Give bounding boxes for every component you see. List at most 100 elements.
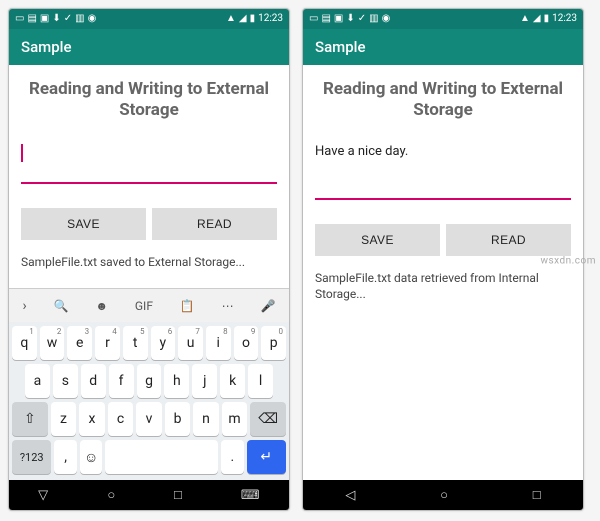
button-row: SAVE READ (315, 224, 571, 256)
app-bar: Sample (9, 29, 289, 65)
key-comma[interactable]: , (54, 440, 77, 474)
download-icon: ⬇ (346, 14, 354, 24)
battery-icon: ▮ (250, 14, 256, 24)
phone-left: ▭ ▤ ▣ ⬇ ✓ ▥ ◉ ▲ ◢ ▮ 12:23 Sample Reading… (8, 8, 290, 511)
mic-icon[interactable]: 🎤 (261, 299, 276, 313)
clipboard-icon[interactable]: 📋 (180, 299, 195, 313)
wifi-icon: ▲ (226, 14, 236, 24)
key-y[interactable]: y6 (151, 326, 176, 360)
nav-back[interactable]: ◁ (345, 488, 355, 503)
status-right-icons: ▲ ◢ ▮ 12:23 (520, 14, 577, 24)
more-icon[interactable]: ⋯ (222, 299, 234, 313)
key-j[interactable]: j (192, 364, 217, 398)
nav-home[interactable]: ○ (440, 487, 448, 503)
key-s[interactable]: s (53, 364, 78, 398)
dot-icon: ◉ (382, 14, 391, 24)
key-space[interactable] (105, 440, 218, 474)
content-area: Reading and Writing to External Storage … (303, 65, 583, 480)
soft-keyboard[interactable]: q1 w2 e3 r4 t5 y6 u7 i8 o9 p0 a s d f g … (9, 322, 289, 480)
button-row: SAVE READ (21, 208, 277, 240)
signal-icon: ◢ (239, 14, 247, 24)
key-i[interactable]: i8 (206, 326, 231, 360)
clock: 12:23 (258, 14, 283, 24)
check-icon: ✓ (64, 14, 72, 24)
cal-icon: ▥ (75, 14, 84, 24)
key-row-1: q1 w2 e3 r4 t5 y6 u7 i8 o9 p0 (12, 326, 286, 360)
cal-icon: ▥ (369, 14, 378, 24)
app-title: Sample (21, 38, 72, 56)
keyboard-suggestion-bar[interactable]: › 🔍 ☻ GIF 📋 ⋯ 🎤 (9, 288, 289, 322)
gif-button[interactable]: GIF (135, 299, 153, 313)
save-button[interactable]: SAVE (21, 208, 146, 240)
page-title: Reading and Writing to External Storage (21, 79, 277, 122)
key-shift[interactable]: ⇧ (12, 402, 48, 436)
key-h[interactable]: h (164, 364, 189, 398)
status-right-icons: ▲ ◢ ▮ 12:23 (226, 14, 283, 24)
key-symbols[interactable]: ?123 (12, 440, 51, 474)
status-text: SampleFile.txt saved to External Storage… (21, 254, 277, 271)
app-bar: Sample (303, 29, 583, 65)
status-text: SampleFile.txt data retrieved from Inter… (315, 270, 571, 304)
read-button[interactable]: READ (446, 224, 571, 256)
camera-icon: ▣ (40, 14, 49, 24)
wifi-icon: ▲ (520, 14, 530, 24)
key-m[interactable]: m (222, 402, 248, 436)
key-b[interactable]: b (165, 402, 191, 436)
key-a[interactable]: a (25, 364, 50, 398)
status-bar: ▭ ▤ ▣ ⬇ ✓ ▥ ◉ ▲ ◢ ▮ 12:23 (9, 9, 289, 29)
key-x[interactable]: x (79, 402, 105, 436)
key-w[interactable]: w2 (40, 326, 65, 360)
camera-icon: ▣ (334, 14, 343, 24)
download-icon: ⬇ (52, 14, 60, 24)
key-row-3: ⇧ z x c v b n m ⌫ (12, 402, 286, 436)
watermark: wsxdn.com (540, 255, 596, 266)
key-t[interactable]: t5 (123, 326, 148, 360)
sim-icon: ▭ (309, 14, 318, 24)
key-v[interactable]: v (136, 402, 162, 436)
key-o[interactable]: o9 (234, 326, 259, 360)
key-emoji[interactable]: ☺ (80, 440, 103, 474)
read-button[interactable]: READ (152, 208, 277, 240)
nav-recent[interactable]: □ (174, 487, 182, 503)
key-backspace[interactable]: ⌫ (250, 402, 286, 436)
save-button[interactable]: SAVE (315, 224, 440, 256)
nav-keyboard-icon[interactable]: ⌨ (241, 488, 260, 503)
status-left-icons: ▭ ▤ ▣ ⬇ ✓ ▥ ◉ (309, 14, 390, 24)
key-l[interactable]: l (248, 364, 273, 398)
key-z[interactable]: z (51, 402, 77, 436)
sticker-icon[interactable]: ☻ (95, 299, 108, 313)
app-title: Sample (315, 38, 366, 56)
chevron-right-icon[interactable]: › (22, 298, 26, 314)
nav-bar: ◁ ○ □ ⌨ (9, 480, 289, 510)
signal-icon: ◢ (533, 14, 541, 24)
key-n[interactable]: n (193, 402, 219, 436)
nav-bar: ◁ ○ □ (303, 480, 583, 510)
page-title: Reading and Writing to External Storage (315, 79, 571, 122)
key-e[interactable]: e3 (67, 326, 92, 360)
nav-back[interactable]: ◁ (36, 490, 51, 500)
key-period[interactable]: . (221, 440, 244, 474)
key-enter[interactable]: ↵ (247, 440, 286, 474)
text-input[interactable]: Have a nice day. (315, 140, 571, 200)
key-u[interactable]: u7 (178, 326, 203, 360)
nav-recent[interactable]: □ (533, 487, 541, 503)
key-f[interactable]: f (109, 364, 134, 398)
text-input[interactable] (21, 140, 277, 184)
key-p[interactable]: p0 (261, 326, 286, 360)
key-d[interactable]: d (81, 364, 106, 398)
key-k[interactable]: k (220, 364, 245, 398)
sd-icon: ▤ (27, 14, 36, 24)
status-left-icons: ▭ ▤ ▣ ⬇ ✓ ▥ ◉ (15, 14, 96, 24)
dot-icon: ◉ (88, 14, 97, 24)
search-icon[interactable]: 🔍 (54, 299, 69, 313)
key-g[interactable]: g (137, 364, 162, 398)
key-r[interactable]: r4 (95, 326, 120, 360)
content-area: Reading and Writing to External Storage … (9, 65, 289, 288)
text-cursor (21, 144, 23, 162)
key-row-4: ?123 , ☺ . ↵ (12, 440, 286, 474)
key-c[interactable]: c (108, 402, 134, 436)
battery-icon: ▮ (544, 14, 550, 24)
nav-home[interactable]: ○ (107, 487, 115, 503)
key-q[interactable]: q1 (12, 326, 37, 360)
clock: 12:23 (552, 14, 577, 24)
